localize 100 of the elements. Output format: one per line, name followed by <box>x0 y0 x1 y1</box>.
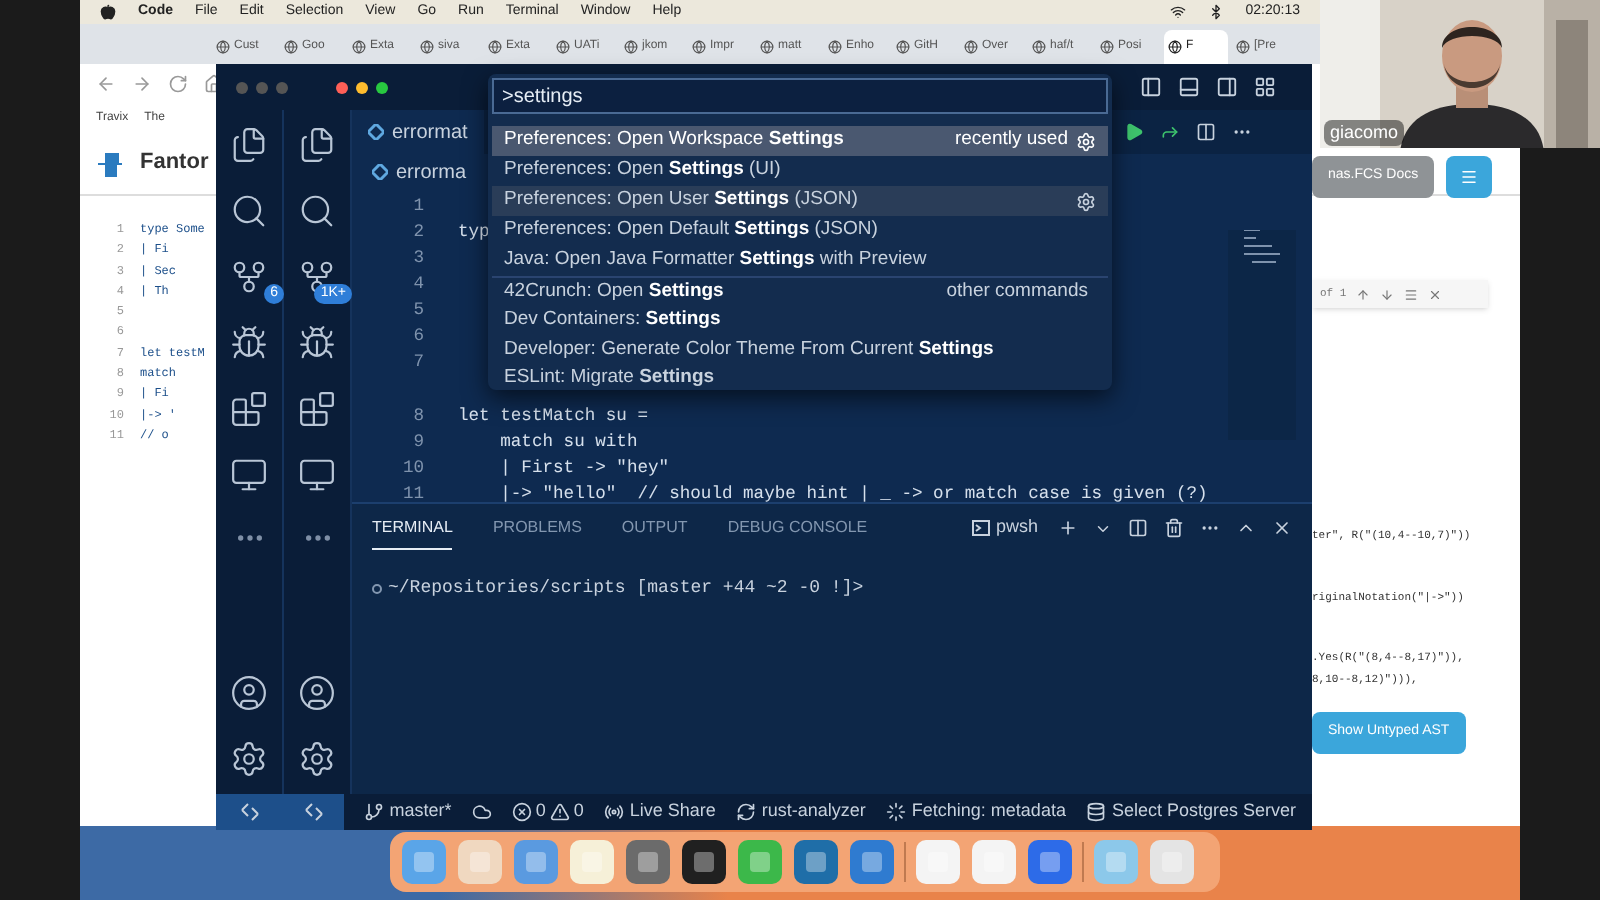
menu-icon <box>1460 167 1479 186</box>
command-item[interactable]: Developer: Generate Color Theme From Current Settings <box>492 336 1108 366</box>
add-icon[interactable] <box>1058 518 1078 538</box>
app-icon[interactable] <box>680 838 728 886</box>
blocks-icon[interactable] <box>298 390 336 428</box>
site-icon <box>216 40 230 54</box>
menu-button[interactable] <box>1446 156 1493 197</box>
command-item[interactable]: Preferences: Open User Settings (JSON) <box>492 186 1108 216</box>
status-item[interactable]: Fetching: metadata <box>885 798 1066 826</box>
arrow-down-icon[interactable] <box>1380 287 1395 302</box>
trash-icon[interactable] <box>1164 518 1184 538</box>
reload-icon[interactable] <box>168 74 188 94</box>
panel-tab[interactable]: TERMINAL <box>372 507 453 549</box>
apple-icon[interactable] <box>100 4 116 20</box>
wifi-icon[interactable] <box>1169 4 1186 20</box>
code-line: let testMatch su = <box>458 404 649 430</box>
close-window-button[interactable] <box>336 81 348 93</box>
site-title: Fantor <box>140 148 209 179</box>
settings-icon[interactable] <box>298 740 336 778</box>
branch-icon[interactable] <box>230 258 268 296</box>
bug-icon[interactable] <box>298 324 336 362</box>
participant-name: giacomo <box>1324 119 1405 146</box>
bug-icon[interactable] <box>230 324 268 362</box>
breadcrumb[interactable]: errorma <box>396 157 467 187</box>
command-item[interactable]: Preferences: Open Workspace Settings recently used <box>492 126 1108 156</box>
site-icon <box>624 40 638 54</box>
line-number: 6 <box>411 324 424 350</box>
run-icon[interactable] <box>1124 122 1144 142</box>
site-icon <box>692 40 706 54</box>
line-number: 9 <box>411 430 424 456</box>
close-icon[interactable] <box>1272 518 1292 538</box>
layout-icon[interactable] <box>1254 76 1276 98</box>
code-line: match su with <box>498 430 638 456</box>
command-item[interactable]: Java: Open Java Formatter Settings with Preview <box>492 246 1108 276</box>
spinner-icon <box>885 802 906 822</box>
site-icon <box>352 40 366 54</box>
panel-tab[interactable]: PROBLEMS <box>492 508 582 548</box>
search-icon[interactable] <box>230 192 268 230</box>
branch-icon <box>363 802 384 822</box>
database-icon <box>1085 802 1106 822</box>
lines-icon[interactable] <box>1404 287 1419 302</box>
minimize-window-button[interactable] <box>356 81 368 93</box>
site-icon <box>1236 40 1250 54</box>
back-icon[interactable] <box>96 74 116 94</box>
status-item[interactable]: rust-analyzer <box>735 798 866 826</box>
file-type-icon <box>372 164 388 180</box>
panel-toggle-icon[interactable] <box>1178 76 1200 98</box>
files-icon[interactable] <box>230 126 268 164</box>
bluetooth-icon[interactable] <box>1207 4 1224 20</box>
shell-selector[interactable]: pwsh <box>971 514 1038 542</box>
blocks-icon[interactable] <box>230 390 268 428</box>
command-item[interactable]: 42Crunch: Open Settings other commands <box>492 276 1108 306</box>
command-input[interactable]: >settings <box>492 78 1108 114</box>
line-number: 3 <box>411 246 424 272</box>
monitor-icon[interactable] <box>298 456 336 494</box>
site-icon <box>760 40 774 54</box>
search-icon[interactable] <box>298 192 336 230</box>
sidebar-toggle-icon[interactable] <box>1140 76 1162 98</box>
remote-button[interactable] <box>283 794 344 830</box>
site-icon <box>964 40 978 54</box>
line-number: 2 <box>411 220 424 246</box>
gear-icon[interactable] <box>1076 191 1096 211</box>
status-item[interactable]: master* <box>363 798 452 826</box>
remote-icon <box>303 802 324 822</box>
code-line: |-> "hello" // should maybe hint | _ -> or match case is given (?) <box>498 482 1208 508</box>
share-icon[interactable] <box>1160 122 1180 142</box>
code-line: | First -> "hey" <box>498 456 670 482</box>
monitor-icon[interactable] <box>230 456 268 494</box>
account-icon[interactable] <box>298 674 336 712</box>
remote-icon <box>239 802 260 822</box>
secondary-sidebar-icon[interactable] <box>1216 76 1238 98</box>
panel-tab[interactable]: OUTPUT <box>621 508 688 548</box>
account-icon[interactable] <box>230 674 268 712</box>
site-icon <box>488 40 502 54</box>
command-item[interactable]: ESLint: Migrate Settings <box>492 366 1108 386</box>
line-number: 8 <box>411 404 424 430</box>
site-icon <box>420 40 434 54</box>
command-item[interactable]: Dev Containers: Settings <box>492 306 1108 336</box>
arrow-up-icon[interactable] <box>1356 287 1371 302</box>
terminal-icon <box>971 520 990 536</box>
line-number: 4 <box>411 272 424 298</box>
error-icon <box>511 802 532 822</box>
forward-icon[interactable] <box>132 74 152 94</box>
maximize-window-button[interactable] <box>376 81 388 93</box>
warning-icon <box>549 802 570 822</box>
split-terminal-icon[interactable] <box>1128 518 1148 538</box>
command-item[interactable]: Preferences: Open Default Settings (JSON) <box>492 216 1108 246</box>
site-icon <box>556 40 570 54</box>
remote-button[interactable] <box>216 794 284 830</box>
files-icon[interactable] <box>298 126 336 164</box>
status-item[interactable]: Select Postgres Server <box>1085 798 1296 826</box>
status-item[interactable]: Live Share <box>603 798 716 826</box>
settings-icon[interactable] <box>230 740 268 778</box>
site-icon <box>1100 40 1114 54</box>
panel-tab[interactable]: DEBUG CONSOLE <box>727 508 868 548</box>
problems-status[interactable]: 0 0 <box>511 798 584 826</box>
command-item[interactable]: Preferences: Open Settings (UI) <box>492 156 1108 186</box>
split-editor-icon[interactable] <box>1196 122 1216 142</box>
editor-tab[interactable]: errormat <box>352 110 484 154</box>
cloud-icon[interactable] <box>471 802 492 822</box>
